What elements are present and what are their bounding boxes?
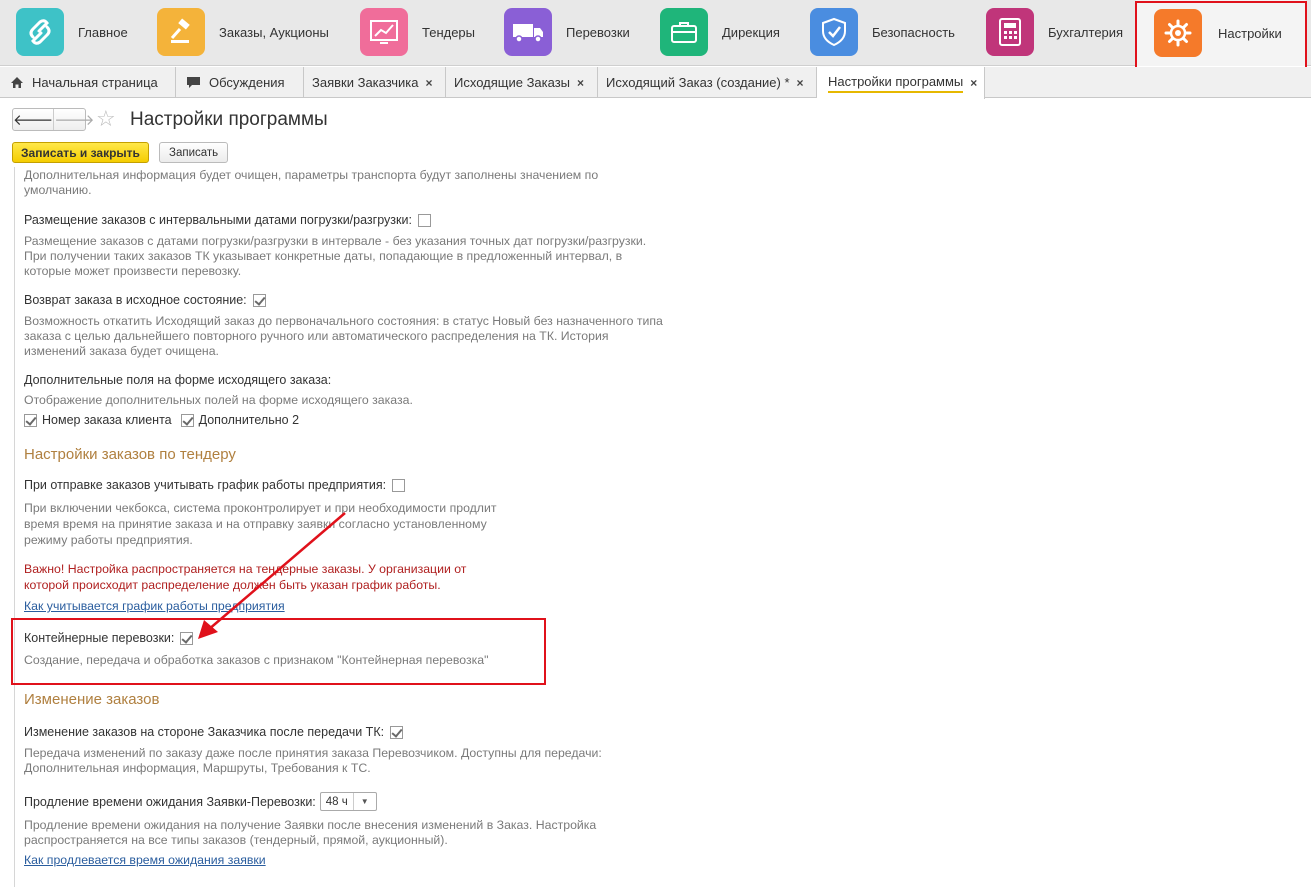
scroll-indicator-line	[14, 167, 15, 887]
gavel-icon	[157, 8, 205, 56]
close-icon[interactable]: ×	[797, 76, 804, 90]
setting-label: Изменение заказов на стороне Заказчика п…	[24, 725, 385, 739]
chart-icon	[360, 8, 408, 56]
tab-home[interactable]: Начальная страница	[0, 67, 176, 98]
forward-arrow-icon[interactable]: 🡒	[53, 109, 94, 130]
annotation-box-settings	[1135, 1, 1307, 73]
change-after-checkbox[interactable]	[390, 725, 404, 739]
schedule-setting: При отправке заказов учитывать график ра…	[24, 477, 406, 493]
revert-setting: Возврат заказа в исходное состояние:	[24, 292, 266, 308]
wait-time-setting: Продление времени ожидания Заявки-Перево…	[24, 792, 377, 811]
section-label: Заказы, Аукционы	[219, 24, 329, 40]
section-label: Дирекция	[722, 24, 780, 40]
close-icon[interactable]: ×	[426, 76, 433, 90]
tab-bar: Начальная страница Обсуждения Заявки Зак…	[0, 67, 1311, 99]
revert-description: Возможность откатить Исходящий заказ до …	[24, 314, 663, 358]
wait-time-description: Продление времени ожидания на получение …	[24, 818, 597, 847]
tab-customer-requests[interactable]: Заявки Заказчика ×	[304, 67, 446, 98]
setting-label: При отправке заказов учитывать график ра…	[24, 478, 387, 492]
chat-icon	[186, 76, 201, 89]
extra-fields-description: Отображение дополнительных полей на форм…	[24, 393, 413, 407]
page-title: Настройки программы	[130, 109, 328, 130]
section-orders[interactable]: Заказы, Аукционы	[157, 8, 329, 56]
tab-label: Исходящий Заказ (создание) *	[606, 75, 790, 90]
group-title-changes: Изменение заказов	[24, 691, 160, 708]
section-label: Тендеры	[422, 24, 476, 40]
shield-icon	[810, 8, 858, 56]
section-main[interactable]: Главное	[16, 8, 128, 56]
group-title-tender: Настройки заказов по тендеру	[24, 446, 236, 463]
extra-fields-options: Номер заказа клиента Дополнительно 2	[24, 412, 299, 428]
tab-label: Начальная страница	[32, 75, 158, 90]
section-label: Бухгалтерия	[1048, 24, 1124, 40]
section-transport[interactable]: Перевозки	[504, 8, 630, 56]
briefcase-icon	[660, 8, 708, 56]
tab-label: Исходящие Заказы	[454, 75, 571, 90]
tab-outgoing-order-create[interactable]: Исходящий Заказ (создание) * ×	[598, 67, 817, 98]
interval-checkbox[interactable]	[417, 213, 431, 227]
option-label: Дополнительно 2	[198, 413, 300, 427]
interval-setting: Размещение заказов с интервальными датам…	[24, 212, 431, 228]
home-icon	[10, 76, 24, 89]
schedule-checkbox[interactable]	[392, 478, 406, 492]
extra-fields-setting-label: Дополнительные поля на форме исходящего …	[24, 373, 332, 387]
section-label: Перевозки	[566, 24, 630, 40]
close-icon[interactable]: ×	[577, 76, 584, 90]
tab-label: Заявки Заказчика	[312, 75, 419, 90]
tab-outgoing-orders[interactable]: Исходящие Заказы ×	[446, 67, 598, 98]
close-icon[interactable]: ×	[970, 76, 977, 90]
logo-icon	[16, 8, 64, 56]
nav-buttons: 🡐 🡒	[12, 108, 94, 131]
tab-label: Настройки программы	[828, 74, 964, 93]
client-order-number-checkbox[interactable]	[24, 413, 37, 427]
change-after-description: Передача изменений по заказу даже после …	[24, 746, 602, 775]
back-arrow-icon[interactable]: 🡐	[13, 109, 53, 130]
additional-2-checkbox[interactable]	[180, 413, 194, 427]
truck-icon	[504, 8, 552, 56]
change-after-setting: Изменение заказов на стороне Заказчика п…	[24, 724, 404, 740]
section-accounting[interactable]: Бухгалтерия	[986, 8, 1123, 56]
setting-label: Продление времени ожидания Заявки-Перево…	[24, 794, 316, 809]
section-directorate[interactable]: Дирекция	[660, 8, 780, 56]
wait-time-select[interactable]: 48 ч ▼	[319, 792, 377, 811]
sections-bar: Главное Заказы, Аукционы Тендеры Перевоз…	[0, 0, 1311, 66]
option-label: Номер заказа клиента	[42, 413, 172, 427]
section-tenders[interactable]: Тендеры	[360, 8, 475, 56]
calculator-icon	[986, 8, 1034, 56]
wait-time-help-link[interactable]: Как продлевается время ожидания заявки	[24, 853, 266, 867]
revert-checkbox[interactable]	[252, 293, 266, 307]
section-label: Главное	[78, 24, 128, 40]
tab-label: Обсуждения	[209, 75, 285, 90]
setting-label: Размещение заказов с интервальными датам…	[24, 213, 412, 227]
save-and-close-button[interactable]: Записать и закрыть	[12, 142, 149, 163]
section-security[interactable]: Безопасность	[810, 8, 955, 56]
section-label: Безопасность	[872, 24, 955, 40]
select-value: 48 ч	[321, 793, 354, 810]
tab-program-settings[interactable]: Настройки программы ×	[817, 67, 985, 99]
annotation-arrow	[198, 512, 346, 639]
top-description: Дополнительная информация будет очищен, …	[24, 168, 599, 197]
favorite-star-icon[interactable]: ☆	[96, 106, 116, 132]
chevron-down-icon[interactable]: ▼	[354, 794, 376, 810]
setting-label: Возврат заказа в исходное состояние:	[24, 293, 247, 307]
tab-discussions[interactable]: Обсуждения	[176, 67, 304, 98]
save-button[interactable]: Записать	[159, 142, 229, 163]
interval-description: Размещение заказов с датами погрузки/раз…	[24, 234, 647, 278]
